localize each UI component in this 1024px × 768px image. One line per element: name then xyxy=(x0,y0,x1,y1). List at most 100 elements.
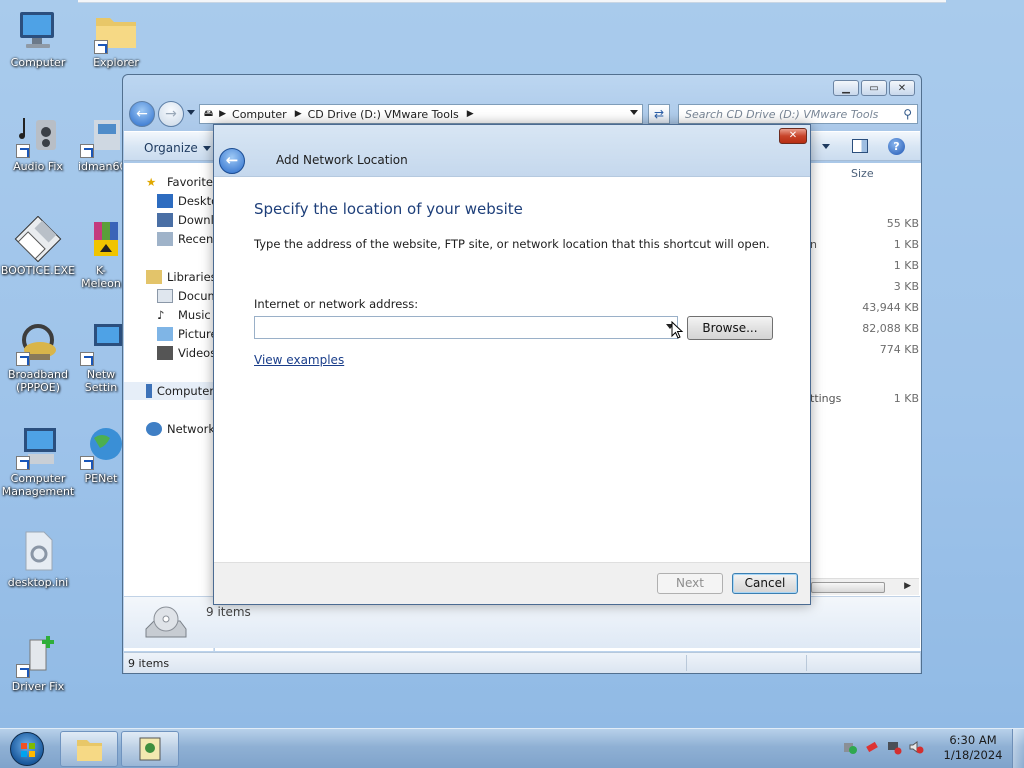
windows-logo-icon xyxy=(10,732,44,766)
organize-button[interactable]: Organize xyxy=(144,141,211,155)
chevron-right-icon: ▶ xyxy=(294,109,302,119)
mouse-cursor-icon xyxy=(671,321,684,339)
network-app-icon xyxy=(139,737,161,761)
volume-muted-icon[interactable] xyxy=(908,739,924,755)
desktop-icon-broadband[interactable]: Broadband (PPPOE) xyxy=(0,320,76,394)
nav-videos[interactable]: Videos xyxy=(157,344,214,362)
shortcut-arrow-icon xyxy=(80,352,94,366)
nav-music[interactable]: ♪ Music xyxy=(157,306,211,324)
nav-libraries[interactable]: Libraries xyxy=(146,268,213,286)
clock-date: 1/18/2024 xyxy=(943,748,1003,762)
desktop-icon-idman[interactable]: idman60 xyxy=(78,112,124,173)
address-bar[interactable]: 🖴 ▶ Computer ▶ CD Drive (D:) VMware Tool… xyxy=(199,104,643,124)
dialog-header: ← Add Network Location xyxy=(214,125,810,177)
videos-icon xyxy=(157,346,173,360)
nav-desktop[interactable]: Desktop xyxy=(157,192,213,210)
shortcut-arrow-icon xyxy=(94,40,108,54)
address-dropdown[interactable] xyxy=(630,110,638,115)
nav-label: Videos xyxy=(178,346,214,360)
search-placeholder: Search CD Drive (D:) VMware Tools xyxy=(685,108,879,121)
floppy-icon xyxy=(14,215,62,263)
next-button[interactable]: Next xyxy=(657,573,723,594)
scrollbar-thumb[interactable] xyxy=(811,582,885,593)
desktop-icon-network-settings[interactable]: Netw Settin xyxy=(78,320,124,394)
desktop-icon-computer-management[interactable]: Computer Management xyxy=(0,424,76,498)
nav-recent[interactable]: Recent xyxy=(157,230,213,248)
system-clock[interactable]: 6:30 AM 1/18/2024 xyxy=(940,733,1006,763)
computer-icon xyxy=(20,12,54,48)
desktop-icon-explorer[interactable]: Explorer xyxy=(78,8,154,69)
taskbar-explorer-button[interactable] xyxy=(60,731,118,767)
nav-computer[interactable]: Computer xyxy=(124,382,213,400)
desktop-icon-label: Audio Fix xyxy=(13,160,63,173)
dialog-footer: Next Cancel xyxy=(214,562,810,604)
desktop-icon-label: BOOTICE.EXE xyxy=(0,264,76,277)
preview-pane-icon[interactable] xyxy=(852,139,868,153)
folder-icon xyxy=(77,740,102,761)
desktop-icon-penet[interactable]: PENet xyxy=(78,424,124,485)
show-desktop-button[interactable] xyxy=(1012,729,1024,768)
back-button[interactable]: ← xyxy=(129,101,155,127)
nav-pictures[interactable]: Pictures xyxy=(157,325,213,343)
browse-button[interactable]: Browse... xyxy=(687,316,773,340)
nav-downloads[interactable]: Downloads xyxy=(157,211,213,229)
network-status-icon[interactable] xyxy=(886,739,902,755)
nav-label: Favorites xyxy=(167,175,214,189)
nav-favorites[interactable]: ★ Favorites xyxy=(146,173,214,191)
nav-label: Music xyxy=(178,308,211,322)
taskbar-app-button[interactable] xyxy=(121,731,179,767)
desktop-icon-driver-fix[interactable]: Driver Fix xyxy=(0,632,76,693)
desktop-icon-computer[interactable]: Computer xyxy=(0,8,76,69)
desktop-icon-desktop-ini[interactable]: desktop.ini xyxy=(0,528,76,589)
system-tray xyxy=(842,739,924,755)
window-close-button[interactable]: ✕ xyxy=(889,80,915,96)
desktop-icon-audio-fix[interactable]: Audio Fix xyxy=(0,112,76,173)
file-size: 82,088 KB xyxy=(862,322,919,335)
minimize-button[interactable]: ▁ xyxy=(833,80,859,96)
nav-network[interactable]: Network xyxy=(146,420,213,438)
music-icon: ♪ xyxy=(157,308,165,322)
status-divider xyxy=(806,655,807,671)
help-icon[interactable]: ? xyxy=(888,138,905,155)
network-address-input[interactable] xyxy=(254,316,678,339)
dialog-close-button[interactable]: ✕ xyxy=(779,128,807,144)
close-icon: ✕ xyxy=(788,130,798,141)
close-icon: ✕ xyxy=(897,82,907,94)
desktop-icon-label: PENet xyxy=(84,472,118,485)
status-divider xyxy=(686,655,687,671)
desktop-icon-bootice[interactable]: BOOTICE.EXE xyxy=(0,215,76,277)
desktop-icon-label: Computer xyxy=(10,56,66,69)
security-icon[interactable] xyxy=(842,739,858,755)
views-dropdown[interactable] xyxy=(822,144,830,149)
file-name-fragment: n xyxy=(810,238,817,251)
start-button[interactable] xyxy=(4,729,48,768)
breadcrumb-computer[interactable]: Computer xyxy=(232,108,287,121)
maximize-icon: ▭ xyxy=(869,82,879,94)
column-header-size[interactable]: Size xyxy=(851,167,874,180)
view-examples-link[interactable]: View examples xyxy=(254,353,344,367)
dialog-back-button[interactable]: ← xyxy=(219,148,245,174)
nav-label: Pictures xyxy=(178,327,213,341)
breadcrumb-cd-drive[interactable]: CD Drive (D:) VMware Tools xyxy=(308,108,459,121)
horizontal-scrollbar[interactable]: ▶ xyxy=(809,578,919,595)
forward-button[interactable]: → xyxy=(158,101,184,127)
cancel-button[interactable]: Cancel xyxy=(732,573,798,594)
recent-pages-dropdown[interactable] xyxy=(187,110,195,115)
desktop-icon-k-meleon[interactable]: K-Meleon xyxy=(78,216,124,290)
refresh-button[interactable]: ⇄ xyxy=(648,104,670,124)
pictures-icon xyxy=(157,327,173,341)
nav-documents[interactable]: Documents xyxy=(157,287,213,305)
file-size: 1 KB xyxy=(893,238,919,251)
chevron-right-icon: ▶ xyxy=(219,109,227,119)
minimize-icon: ▁ xyxy=(842,82,850,94)
safely-remove-icon[interactable] xyxy=(864,739,880,755)
file-size: 774 KB xyxy=(879,343,919,356)
maximize-button[interactable]: ▭ xyxy=(861,80,887,96)
shortcut-arrow-icon xyxy=(16,456,30,470)
file-name-fragment: ttings xyxy=(810,392,842,405)
add-network-location-dialog: ← Add Network Location ✕ Specify the loc… xyxy=(213,124,811,605)
arrow-left-icon: ← xyxy=(225,151,239,169)
desktop-icon-label: idman60 xyxy=(78,160,124,173)
scroll-right-icon[interactable]: ▶ xyxy=(904,581,911,591)
search-input[interactable]: Search CD Drive (D:) VMware Tools ⚲ xyxy=(678,104,918,124)
